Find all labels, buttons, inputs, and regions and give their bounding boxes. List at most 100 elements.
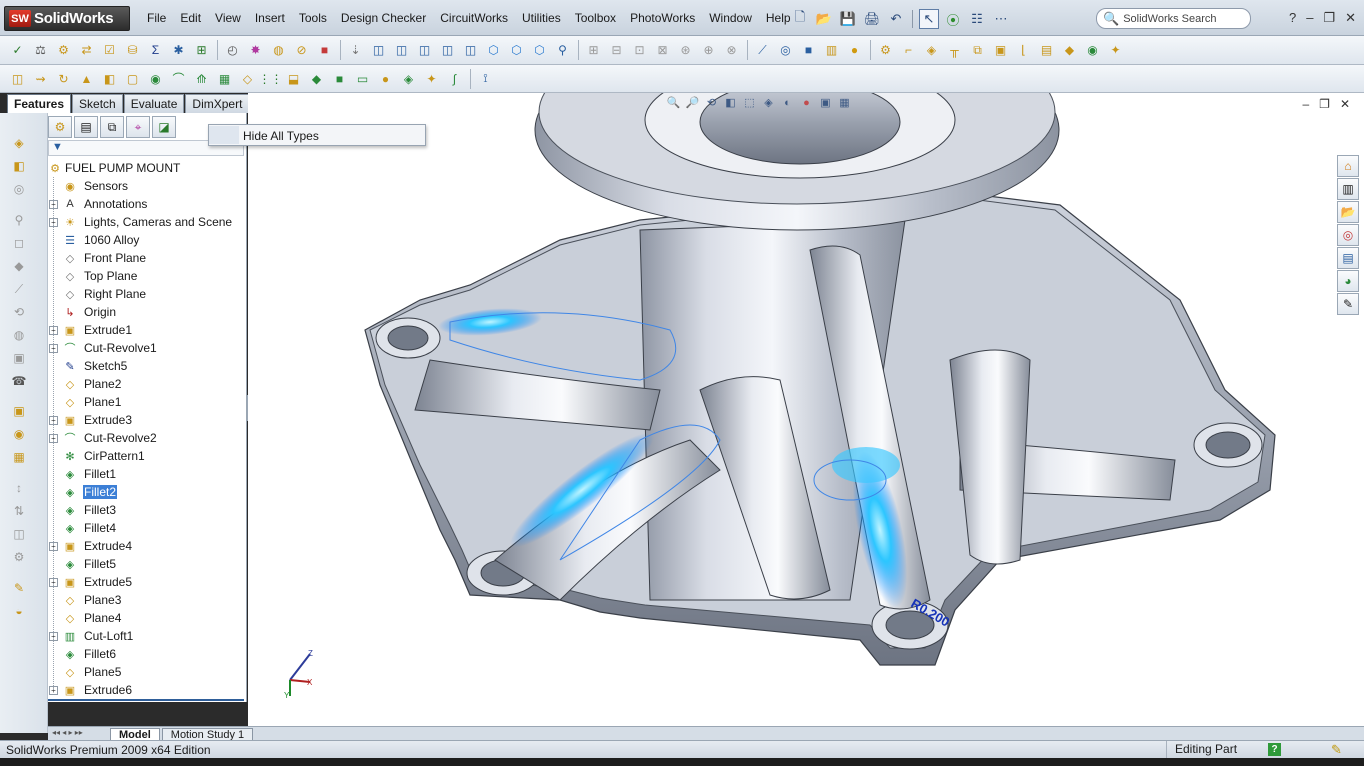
save-icon[interactable]: 💾 xyxy=(838,9,858,29)
arc-tool-icon[interactable]: ⟲ xyxy=(10,304,28,320)
normal-to-icon[interactable]: ⇣ xyxy=(346,41,365,60)
curves-icon[interactable]: ∫ xyxy=(445,69,464,88)
feature-manager-tab-icon[interactable]: ⚙ xyxy=(48,116,72,138)
circle-tool-icon[interactable]: ◍ xyxy=(10,327,28,343)
zoom-to-fit-icon[interactable]: 🔍 xyxy=(666,95,681,110)
tree-item[interactable]: ◈ Fillet3 xyxy=(48,501,247,519)
menu-item-photoworks[interactable]: PhotoWorks xyxy=(623,11,702,25)
boss-extrude-icon[interactable]: ◫ xyxy=(8,69,27,88)
intersect-icon[interactable]: ◈ xyxy=(399,69,418,88)
measure-icon[interactable]: ⚖ xyxy=(31,41,50,60)
shaded-edges-icon[interactable]: ■ xyxy=(799,41,818,60)
view-orientation-icon[interactable]: ⬚ xyxy=(742,95,757,110)
open-icon[interactable]: 📂 xyxy=(814,9,834,29)
annotate-icon[interactable]: ✎ xyxy=(10,580,28,596)
lofted-boss-icon[interactable]: ▲ xyxy=(77,69,96,88)
new-document-icon[interactable]: 🗋 xyxy=(790,9,810,29)
tree-item[interactable]: ◇ Plane5 xyxy=(48,663,247,681)
tree-item[interactable]: ◈ Fillet2 xyxy=(48,483,247,501)
zoom-icon[interactable]: ⊛ xyxy=(676,41,695,60)
lofted-cut-icon[interactable]: ▦ xyxy=(215,69,234,88)
boss-icon[interactable]: ◈ xyxy=(10,135,28,151)
draft-icon[interactable]: ◆ xyxy=(1060,41,1079,60)
dim-icon[interactable]: ⚲ xyxy=(10,212,28,228)
menu-item-utilities[interactable]: Utilities xyxy=(515,11,568,25)
materials-icon[interactable]: ⛁ xyxy=(123,41,142,60)
tree-item[interactable]: + ▣ Extrude5 xyxy=(48,573,247,591)
search-results-icon[interactable]: ◎ xyxy=(1337,224,1359,246)
dome-icon[interactable]: ◉ xyxy=(1083,41,1102,60)
help-icon[interactable]: ? xyxy=(1289,10,1296,26)
tab-sketch[interactable]: Sketch xyxy=(72,94,123,113)
smart-fastener-icon[interactable]: ⚙ xyxy=(10,549,28,565)
render-icon[interactable]: ● xyxy=(845,41,864,60)
spell-check-icon[interactable]: ✓ xyxy=(8,41,27,60)
draft-analysis-icon[interactable]: ✸ xyxy=(246,41,265,60)
extruded-boss-icon[interactable]: ◈ xyxy=(922,41,941,60)
minimize-icon[interactable]: – xyxy=(1306,10,1313,26)
right-view-icon[interactable]: ◫ xyxy=(438,41,457,60)
left-view-icon[interactable]: ◫ xyxy=(415,41,434,60)
print-icon[interactable]: 🖨 xyxy=(862,9,882,29)
more-icon[interactable]: ⋯ xyxy=(991,9,1011,29)
features-icon[interactable]: ✱ xyxy=(169,41,188,60)
rotate-tool-icon[interactable]: ⇅ xyxy=(10,503,28,519)
view-settings-icon[interactable]: ▦ xyxy=(837,95,852,110)
search-input[interactable]: 🔍 SolidWorks Search xyxy=(1096,8,1251,29)
tree-item[interactable]: + ▥ Cut-Loft1 xyxy=(48,627,247,645)
configuration-manager-tab-icon[interactable]: ⧉ xyxy=(100,116,124,138)
tree-item[interactable]: ◇ Plane2 xyxy=(48,375,247,393)
tab-dimxpert[interactable]: DimXpert xyxy=(185,94,250,113)
line-tool-icon[interactable]: ⟋ xyxy=(10,281,28,297)
tree-item[interactable]: ↳ Origin xyxy=(48,303,247,321)
doc-close-icon[interactable]: ✕ xyxy=(1340,97,1350,111)
shell-tool-icon[interactable]: ■ xyxy=(330,69,349,88)
spline-tool-icon[interactable]: ☎ xyxy=(10,373,28,389)
reference-geometry-icon[interactable]: ✦ xyxy=(422,69,441,88)
tree-item[interactable]: ◇ Front Plane xyxy=(48,249,247,267)
isometric-icon[interactable]: ⬡ xyxy=(484,41,503,60)
wrap-icon[interactable]: ▭ xyxy=(353,69,372,88)
previous-view-icon[interactable]: ⟲ xyxy=(704,95,719,110)
tree-item[interactable]: ✻ CirPattern1 xyxy=(48,447,247,465)
thickness-icon[interactable]: ◍ xyxy=(269,41,288,60)
performance-icon[interactable]: ◴ xyxy=(223,41,242,60)
bottom-tab-model[interactable]: Model xyxy=(110,728,160,740)
doc-restore-icon[interactable]: ❐ xyxy=(1319,97,1330,111)
pan-icon[interactable]: ⊠ xyxy=(653,41,672,60)
draft-tool-icon[interactable]: ◆ xyxy=(307,69,326,88)
component-icon[interactable]: ◉ xyxy=(10,426,28,442)
equations-icon[interactable]: Σ xyxy=(146,41,165,60)
pick-icon[interactable]: ⊕ xyxy=(699,41,718,60)
tree-item[interactable]: ◈ Fillet5 xyxy=(48,555,247,573)
display-manager-tab-icon[interactable]: ◪ xyxy=(152,116,176,138)
menu-item-edit[interactable]: Edit xyxy=(173,11,208,25)
tree-item[interactable]: ◉ Sensors xyxy=(48,177,247,195)
hole-icon[interactable]: ◎ xyxy=(10,181,28,197)
custom-properties-icon[interactable]: ✎ xyxy=(1337,293,1359,315)
file-explorer-icon[interactable]: 📂 xyxy=(1337,201,1359,223)
tree-item[interactable]: ✎ Sketch5 xyxy=(48,357,247,375)
quick-tips-icon[interactable]: ? xyxy=(1268,743,1281,756)
zoom-area-icon[interactable]: 🔎 xyxy=(685,95,700,110)
hide-all-types-item[interactable]: Hide All Types xyxy=(243,129,319,143)
tree-item[interactable]: ◈ Fillet1 xyxy=(48,465,247,483)
tree-item[interactable]: + ☀ Lights, Cameras and Scene xyxy=(48,213,247,231)
menu-item-circuitworks[interactable]: CircuitWorks xyxy=(433,11,515,25)
shape-icon[interactable]: ✦ xyxy=(1106,41,1125,60)
options-icon[interactable]: ☷ xyxy=(967,9,987,29)
section-view-icon[interactable]: ◧ xyxy=(723,95,738,110)
shell-icon[interactable]: ▤ xyxy=(1037,41,1056,60)
tree-item[interactable]: + ⌒ Cut-Revolve1 xyxy=(48,339,247,357)
cut-revolve-icon[interactable]: ⌒ xyxy=(169,69,188,88)
link-views-icon[interactable]: ⚲ xyxy=(553,41,572,60)
tree-item[interactable]: ◈ Fillet6 xyxy=(48,645,247,663)
close-icon[interactable]: ✕ xyxy=(1345,10,1356,26)
dimetric-icon[interactable]: ⬡ xyxy=(530,41,549,60)
tree-item[interactable]: + ▣ Extrude4 xyxy=(48,537,247,555)
back-view-icon[interactable]: ◫ xyxy=(392,41,411,60)
revolve-icon[interactable]: ╥ xyxy=(945,41,964,60)
hole-wizard-icon[interactable]: ◉ xyxy=(146,69,165,88)
property-manager-tab-icon[interactable]: ▤ xyxy=(74,116,98,138)
rotate-icon[interactable]: ⊡ xyxy=(630,41,649,60)
